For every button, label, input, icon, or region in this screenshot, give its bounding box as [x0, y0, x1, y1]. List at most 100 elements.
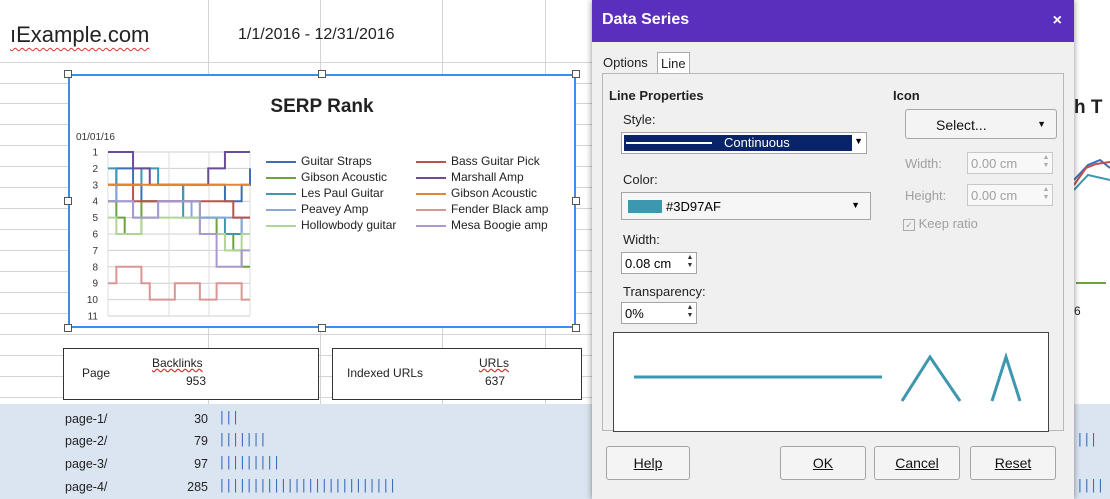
legend-swatch	[266, 208, 296, 211]
resize-handle[interactable]	[64, 197, 72, 205]
y-tick-label: 9	[92, 279, 98, 290]
legend-label: Marshall Amp	[451, 170, 524, 184]
sheet-right-edge: h T 6 ||| ||||	[1074, 0, 1110, 499]
legend-label: Gibson Acoustic	[301, 170, 388, 184]
partial-cell-value: 6	[1074, 304, 1081, 318]
style-selected-highlight: Continuous	[624, 135, 852, 151]
dialog-titlebar[interactable]: Data Series ×	[592, 0, 1074, 42]
transparency-input[interactable]: 0% ▲ ▼	[621, 302, 697, 324]
spin-arrows-icon[interactable]: ▲ ▼	[685, 254, 695, 272]
resize-handle[interactable]	[572, 70, 580, 78]
style-value: Continuous	[724, 135, 790, 150]
row-count[interactable]: 285	[168, 480, 208, 494]
row-page-label[interactable]: page-1/	[65, 412, 107, 426]
cancel-label: Cancel	[895, 455, 939, 471]
row-page-label[interactable]: page-3/	[65, 457, 107, 471]
legend-item: Gibson Acoustic	[416, 186, 537, 200]
legend-label: Hollowbody guitar	[301, 218, 397, 232]
style-label: Style:	[623, 112, 656, 127]
row-bar-chart: |||||||	[218, 432, 267, 447]
legend-label: Peavey Amp	[301, 202, 369, 216]
spin-arrows-icon: ▲ ▼	[1042, 154, 1050, 169]
chevron-down-icon: ▼	[1037, 119, 1046, 129]
chevron-down-icon[interactable]: ▼	[851, 200, 860, 210]
style-select[interactable]: Continuous ▼	[621, 132, 867, 154]
legend-swatch	[416, 208, 446, 211]
dialog-title: Data Series	[602, 11, 690, 28]
partial-chart-lines	[1074, 158, 1110, 191]
row-page-label[interactable]: page-4/	[65, 480, 107, 494]
ok-label: OK	[812, 455, 834, 471]
legend-item: Guitar Straps	[266, 154, 372, 168]
partial-bars: |||	[1076, 432, 1098, 447]
indexed-urls-label: Indexed URLs	[347, 366, 424, 380]
y-tick-label: 2	[92, 164, 98, 175]
row-page-label[interactable]: page-2/	[65, 434, 107, 448]
close-icon[interactable]: ×	[1053, 12, 1062, 30]
line-preview-graphic	[634, 352, 1022, 402]
site-name[interactable]: ıExample.com	[10, 22, 149, 48]
resize-handle[interactable]	[572, 324, 580, 332]
line-width-input[interactable]: 0.08 cm ▲ ▼	[621, 252, 697, 274]
legend-label: Gibson Acoustic	[451, 186, 538, 200]
keep-ratio-label: Keep ratio	[918, 216, 978, 231]
legend-swatch	[266, 176, 296, 179]
resize-handle[interactable]	[318, 70, 326, 78]
partial-chart-title: h T	[1074, 97, 1103, 118]
line-tab-panel: Line Properties Style: Continuous ▼ Colo…	[602, 73, 1064, 432]
row-count[interactable]: 79	[168, 434, 208, 448]
width-label: Width:	[623, 232, 660, 247]
row-count[interactable]: 30	[168, 412, 208, 426]
color-label: Color:	[623, 172, 658, 187]
tab-line[interactable]: Line	[657, 52, 690, 74]
icon-width-label: Width:	[905, 156, 942, 171]
cancel-button[interactable]: Cancel	[874, 446, 960, 480]
chevron-down-icon[interactable]: ▼	[854, 136, 863, 146]
icon-select-button[interactable]: Select... ▼	[905, 109, 1057, 139]
tab-options[interactable]: Options	[600, 52, 651, 74]
legend-item: Les Paul Guitar	[266, 186, 384, 200]
urls-summary-box[interactable]: Indexed URLs URLs 637	[332, 348, 582, 400]
spin-arrows-icon[interactable]: ▲ ▼	[685, 304, 695, 322]
row-count[interactable]: 97	[168, 457, 208, 471]
checkmark-icon: ✓	[903, 218, 915, 231]
y-tick-label: 11	[88, 312, 99, 323]
ok-button[interactable]: OK	[780, 446, 866, 480]
legend-swatch	[266, 224, 296, 227]
resize-handle[interactable]	[572, 197, 580, 205]
chart-plot: 01/01/16 1 2 3 4 5 6 7 8 9 10 11	[76, 132, 251, 323]
line-properties-heading: Line Properties	[609, 88, 704, 103]
series-line	[108, 183, 250, 235]
transparency-value: 0%	[625, 306, 644, 321]
resize-handle[interactable]	[64, 70, 72, 78]
legend-item: Peavey Amp	[266, 202, 368, 216]
serp-rank-chart[interactable]: SERP Rank 01/01/16 1 2 3 4 5 6 7 8 9 10 11 Guitar S…	[68, 74, 576, 328]
resize-handle[interactable]	[64, 324, 72, 332]
partial-chart-line	[1076, 282, 1106, 284]
icon-width-input[interactable]: 0.00 cm ▲ ▼	[967, 152, 1053, 174]
reset-button[interactable]: Reset	[970, 446, 1056, 480]
reset-label: Reset	[994, 455, 1032, 471]
legend-item: Mesa Boogie amp	[416, 218, 548, 232]
help-button[interactable]: Help	[606, 446, 690, 480]
line-width-value: 0.08 cm	[625, 256, 672, 271]
legend-swatch	[416, 176, 446, 179]
icon-height-value: 0.00 cm	[971, 188, 1018, 203]
urls-value: 637	[485, 374, 506, 388]
backlinks-value: 953	[186, 374, 207, 388]
resize-handle[interactable]	[318, 324, 326, 332]
select-label: Select...	[936, 117, 987, 133]
legend-item: Marshall Amp	[416, 170, 524, 184]
row-bar-chart: |||	[218, 410, 240, 425]
y-tick-label: 7	[92, 246, 98, 257]
legend-item: Fender Black amp	[416, 202, 548, 216]
keep-ratio-checkbox[interactable]: ✓ Keep ratio	[903, 216, 978, 231]
icon-width-value: 0.00 cm	[971, 156, 1018, 171]
color-select[interactable]: #3D97AF ▼	[621, 192, 871, 220]
backlinks-label: Backlinks	[152, 356, 203, 370]
icon-height-input[interactable]: 0.00 cm ▲ ▼	[967, 184, 1053, 206]
backlinks-summary-box[interactable]: Page Backlinks 953	[63, 348, 319, 400]
date-range[interactable]: 1/1/2016 - 12/31/2016	[238, 26, 395, 44]
page-label: Page	[82, 366, 111, 380]
legend-label: Les Paul Guitar	[301, 186, 384, 200]
